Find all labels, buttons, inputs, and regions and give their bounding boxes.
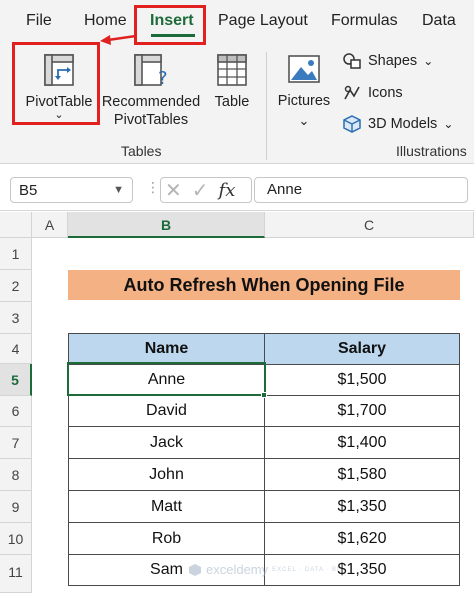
svg-text:?: ?: [158, 68, 168, 88]
shapes-caret-icon: ⌄: [423, 54, 434, 68]
row-header-7[interactable]: 7: [0, 427, 32, 459]
fill-handle[interactable]: [261, 392, 267, 398]
row-header-9[interactable]: 9: [0, 491, 32, 523]
formula-bar-grip-icon: ⋮: [146, 179, 161, 195]
group-label-illustrations: Illustrations: [396, 143, 467, 159]
title-cell[interactable]: Auto Refresh When Opening File: [68, 270, 460, 300]
formula-controls: ✕ ✓ fx: [160, 177, 252, 203]
table-cell-name[interactable]: Rob: [68, 522, 265, 555]
recommended-pivottables-label-1: Recommended: [101, 94, 201, 110]
table-cell-salary[interactable]: $1,620: [264, 522, 460, 555]
shapes-button[interactable]: Shapes ⌄: [342, 52, 433, 70]
cancel-icon[interactable]: ✕: [165, 178, 182, 203]
column-header-a[interactable]: A: [32, 212, 68, 238]
recommended-pivottables-button[interactable]: ? Recommended PivotTables: [100, 52, 202, 129]
tab-data[interactable]: Data: [422, 12, 456, 30]
table-cell-salary[interactable]: $1,350: [264, 490, 460, 523]
column-header-b[interactable]: B: [68, 212, 265, 238]
shapes-icon: [343, 53, 361, 69]
annotation-box-pivottable: [12, 42, 100, 125]
tab-file[interactable]: File: [26, 12, 52, 30]
3d-models-caret-icon: ⌄: [443, 117, 454, 131]
row-header-11[interactable]: 11: [0, 555, 32, 593]
table-header-salary[interactable]: Salary: [264, 333, 460, 365]
watermark: exceldemy EXCEL · DATA · BI: [188, 562, 340, 577]
row-header-1[interactable]: 1: [0, 238, 32, 270]
row-header-6[interactable]: 6: [0, 396, 32, 427]
table-cell-name[interactable]: David: [68, 395, 265, 427]
table-cell-name[interactable]: Anne: [68, 364, 265, 396]
table-cell-name[interactable]: John: [68, 458, 265, 491]
icons-icon: [344, 85, 360, 100]
formula-bar: B5 ▼ ⋮ ✕ ✓ fx Anne: [0, 165, 474, 211]
table-cell-name[interactable]: Matt: [68, 490, 265, 523]
table-cell-salary[interactable]: $1,400: [264, 426, 460, 459]
pictures-caret-icon: ⌄: [298, 113, 310, 128]
pictures-button[interactable]: Pictures ⌄: [275, 52, 333, 130]
tab-formulas[interactable]: Formulas: [331, 12, 398, 30]
row-header-8[interactable]: 8: [0, 459, 32, 491]
row-header-5[interactable]: 5: [0, 364, 32, 396]
shapes-label: Shapes: [368, 53, 418, 69]
recommended-pivottables-icon: ?: [134, 54, 168, 88]
annotation-arrow-icon: [100, 34, 137, 45]
tab-page-layout[interactable]: Page Layout: [218, 12, 308, 30]
icons-label: Icons: [368, 85, 403, 101]
annotation-box-insert-tab: [134, 5, 206, 45]
row-header-2[interactable]: 2: [0, 270, 32, 302]
row-header-10[interactable]: 10: [0, 523, 32, 555]
row-header-4[interactable]: 4: [0, 334, 32, 364]
table-icon: [217, 54, 247, 86]
icons-button[interactable]: Icons: [342, 84, 403, 102]
table-label: Table: [214, 94, 250, 110]
3d-cube-icon: [343, 115, 361, 133]
group-label-tables: Tables: [121, 143, 162, 159]
table-button[interactable]: Table: [207, 52, 257, 111]
enter-check-icon[interactable]: ✓: [192, 178, 209, 203]
worksheet-grid: A B C 1 2 3 4 5 6 7 8 9 10 11 Auto Refre…: [0, 212, 474, 593]
chevron-down-icon[interactable]: ▼: [113, 184, 124, 196]
recommended-pivottables-label-2: PivotTables: [113, 112, 189, 128]
insert-function-icon[interactable]: fx: [219, 180, 236, 201]
table-cell-salary[interactable]: $1,500: [264, 364, 460, 396]
pictures-icon: [288, 55, 320, 83]
3d-models-button[interactable]: 3D Models ⌄: [342, 115, 453, 133]
column-header-c[interactable]: C: [265, 212, 474, 238]
table-cell-name[interactable]: Jack: [68, 426, 265, 459]
formula-input[interactable]: Anne: [254, 177, 468, 203]
ribbon-tab-bar: File Home Insert Page Layout Formulas Da…: [0, 0, 474, 46]
select-all-corner[interactable]: [0, 212, 32, 238]
ribbon-separator: [266, 52, 267, 160]
table-cell-salary[interactable]: $1,580: [264, 458, 460, 491]
pictures-label: Pictures: [277, 93, 331, 109]
table-header-name[interactable]: Name: [68, 333, 265, 365]
name-box-value: B5: [19, 181, 38, 199]
watermark-tagline: EXCEL · DATA · BI: [272, 566, 340, 573]
table-cell-salary[interactable]: $1,700: [264, 395, 460, 427]
tab-home[interactable]: Home: [84, 12, 127, 30]
exceldemy-logo-icon: [189, 563, 201, 576]
row-header-3[interactable]: 3: [0, 302, 32, 334]
3d-models-label: 3D Models: [368, 116, 438, 132]
watermark-brand: exceldemy: [206, 562, 269, 577]
name-box[interactable]: B5 ▼: [10, 177, 133, 203]
